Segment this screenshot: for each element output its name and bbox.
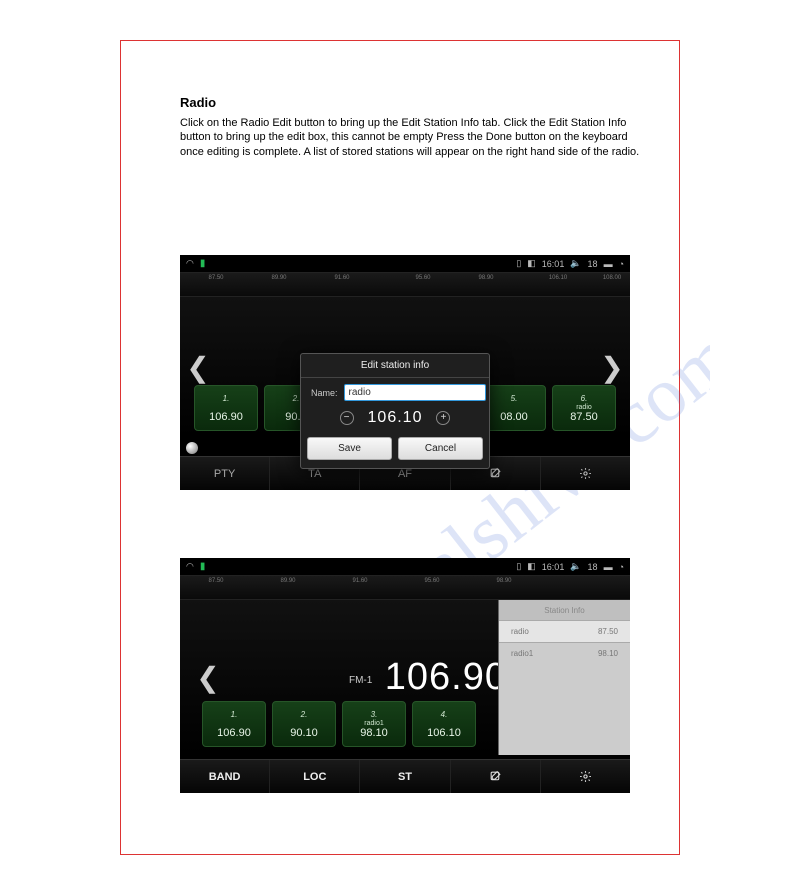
preset-button[interactable]: 1. 106.90	[194, 385, 258, 431]
preset-freq: 87.50	[570, 411, 598, 423]
frequency-ruler[interactable]: 87.50 89.90 91.60 95.60 98.90 106.10 108…	[180, 273, 630, 297]
ruler-label: 95.60	[424, 578, 439, 584]
frequency-ruler[interactable]: 87.50 89.90 91.60 95.60 98.90	[180, 576, 630, 600]
ruler-label: 89.90	[280, 578, 295, 584]
edit-icon	[489, 467, 502, 480]
ruler-label: 91.60	[352, 578, 367, 584]
status-volume: 18	[588, 562, 598, 572]
ruler-label: 95.60	[415, 275, 430, 281]
preset-name: radio	[576, 404, 592, 411]
battery-icon: ▬	[604, 259, 613, 269]
battery-icon: ▬	[604, 562, 613, 572]
sd-icon: ▯	[516, 258, 521, 269]
st-button[interactable]: ST	[360, 760, 450, 793]
preset-freq: 106.90	[209, 411, 243, 423]
ruler-label: 89.90	[271, 275, 286, 281]
signal-icon: ▮	[200, 561, 206, 572]
preset-button[interactable]: 5. 08.00	[482, 385, 546, 431]
prev-station-button[interactable]: ❮	[190, 661, 226, 694]
current-frequency: 106.90	[385, 656, 507, 698]
android-status-bar: ◠ ▮ ▯ ◧ 16:01 🔈 18 ▬ ◔	[180, 558, 630, 576]
wifi-icon: ◔	[619, 562, 624, 572]
edit-button[interactable]	[451, 760, 541, 793]
ruler-label: 87.50	[208, 578, 223, 584]
band-button[interactable]: BAND	[180, 760, 270, 793]
preset-index: 6.	[581, 394, 588, 403]
ruler-label: 108.00	[603, 275, 621, 281]
station-list-panel: Station Info radio 87.50 radio1 98.10	[498, 600, 630, 755]
preset-button[interactable]: 3. radio1 98.10	[342, 701, 406, 747]
back-icon[interactable]: ◠	[186, 258, 194, 269]
station-list-header: Station Info	[499, 600, 630, 620]
wifi-icon: ◔	[619, 259, 624, 269]
ruler-label: 106.10	[549, 275, 567, 281]
status-volume: 18	[588, 259, 598, 269]
drag-handle[interactable]	[186, 442, 198, 454]
ruler-label: 91.60	[334, 275, 349, 281]
preset-index: 5.	[511, 394, 518, 403]
preset-name: radio1	[364, 720, 383, 727]
preset-freq: 106.90	[217, 727, 251, 739]
dialog-title: Edit station info	[301, 354, 489, 378]
volume-icon: 🔈	[570, 561, 581, 572]
freq-decrease-button[interactable]: −	[340, 411, 354, 425]
gear-icon	[579, 770, 592, 783]
android-status-bar: ◠ ▮ ▯ ◧ 16:01 🔈 18 ▬ ◔	[180, 255, 630, 273]
preset-index: 1.	[223, 394, 230, 403]
volume-icon: 🔈	[570, 258, 581, 269]
station-list-item[interactable]: radio 87.50	[499, 620, 630, 642]
dialog-frequency: 106.10	[368, 409, 423, 427]
preset-index: 1.	[231, 710, 238, 719]
signal-icon: ▮	[200, 258, 206, 269]
settings-button[interactable]	[541, 760, 630, 793]
status-time: 16:01	[542, 259, 565, 269]
settings-button[interactable]	[541, 457, 630, 490]
pty-button[interactable]: PTY	[180, 457, 270, 490]
back-icon[interactable]: ◠	[186, 561, 194, 572]
prev-station-button[interactable]: ❮	[180, 351, 216, 384]
radio-screenshot-edit-dialog: ◠ ▮ ▯ ◧ 16:01 🔈 18 ▬ ◔ 87.50 89.90 91.60…	[180, 255, 630, 490]
status-time: 16:01	[542, 562, 565, 572]
preset-index: 3.	[371, 710, 378, 719]
preset-index: 2.	[293, 394, 300, 403]
station-name: radio	[511, 627, 529, 636]
ruler-label: 98.90	[496, 578, 511, 584]
preset-freq: 98.10	[360, 727, 388, 739]
radio-screenshot-station-list: ◠ ▮ ▯ ◧ 16:01 🔈 18 ▬ ◔ 87.50 89.90 91.60…	[180, 558, 630, 793]
section-paragraph: Click on the Radio Edit button to bring …	[180, 116, 640, 159]
freq-increase-button[interactable]: +	[436, 411, 450, 425]
gear-icon	[579, 467, 592, 480]
preset-freq: 90.10	[290, 727, 318, 739]
preset-index: 4.	[441, 710, 448, 719]
station-freq: 98.10	[598, 649, 618, 658]
data-icon: ◧	[527, 258, 536, 269]
station-list-item[interactable]: radio1 98.10	[499, 642, 630, 664]
save-button[interactable]: Save	[307, 437, 392, 460]
ruler-label: 87.50	[208, 275, 223, 281]
sd-icon: ▯	[516, 561, 521, 572]
ruler-label: 98.90	[478, 275, 493, 281]
preset-freq: 08.00	[500, 411, 528, 423]
cancel-button[interactable]: Cancel	[398, 437, 483, 460]
name-label: Name:	[311, 388, 338, 398]
next-station-button[interactable]: ❯	[594, 351, 630, 384]
station-freq: 87.50	[598, 627, 618, 636]
section-title: Radio	[180, 95, 640, 110]
edit-icon	[489, 770, 502, 783]
band-label: FM-1	[349, 675, 372, 686]
data-icon: ◧	[527, 561, 536, 572]
preset-button[interactable]: 1. 106.90	[202, 701, 266, 747]
station-name-input[interactable]	[344, 384, 486, 401]
preset-button[interactable]: 4. 106.10	[412, 701, 476, 747]
station-name: radio1	[511, 649, 533, 658]
preset-button[interactable]: 6. radio 87.50	[552, 385, 616, 431]
preset-index: 2.	[301, 710, 308, 719]
edit-station-dialog: Edit station info Name: − 106.10 + Save …	[300, 353, 490, 469]
loc-button[interactable]: LOC	[270, 760, 360, 793]
preset-freq: 106.10	[427, 727, 461, 739]
preset-button[interactable]: 2. 90.10	[272, 701, 336, 747]
